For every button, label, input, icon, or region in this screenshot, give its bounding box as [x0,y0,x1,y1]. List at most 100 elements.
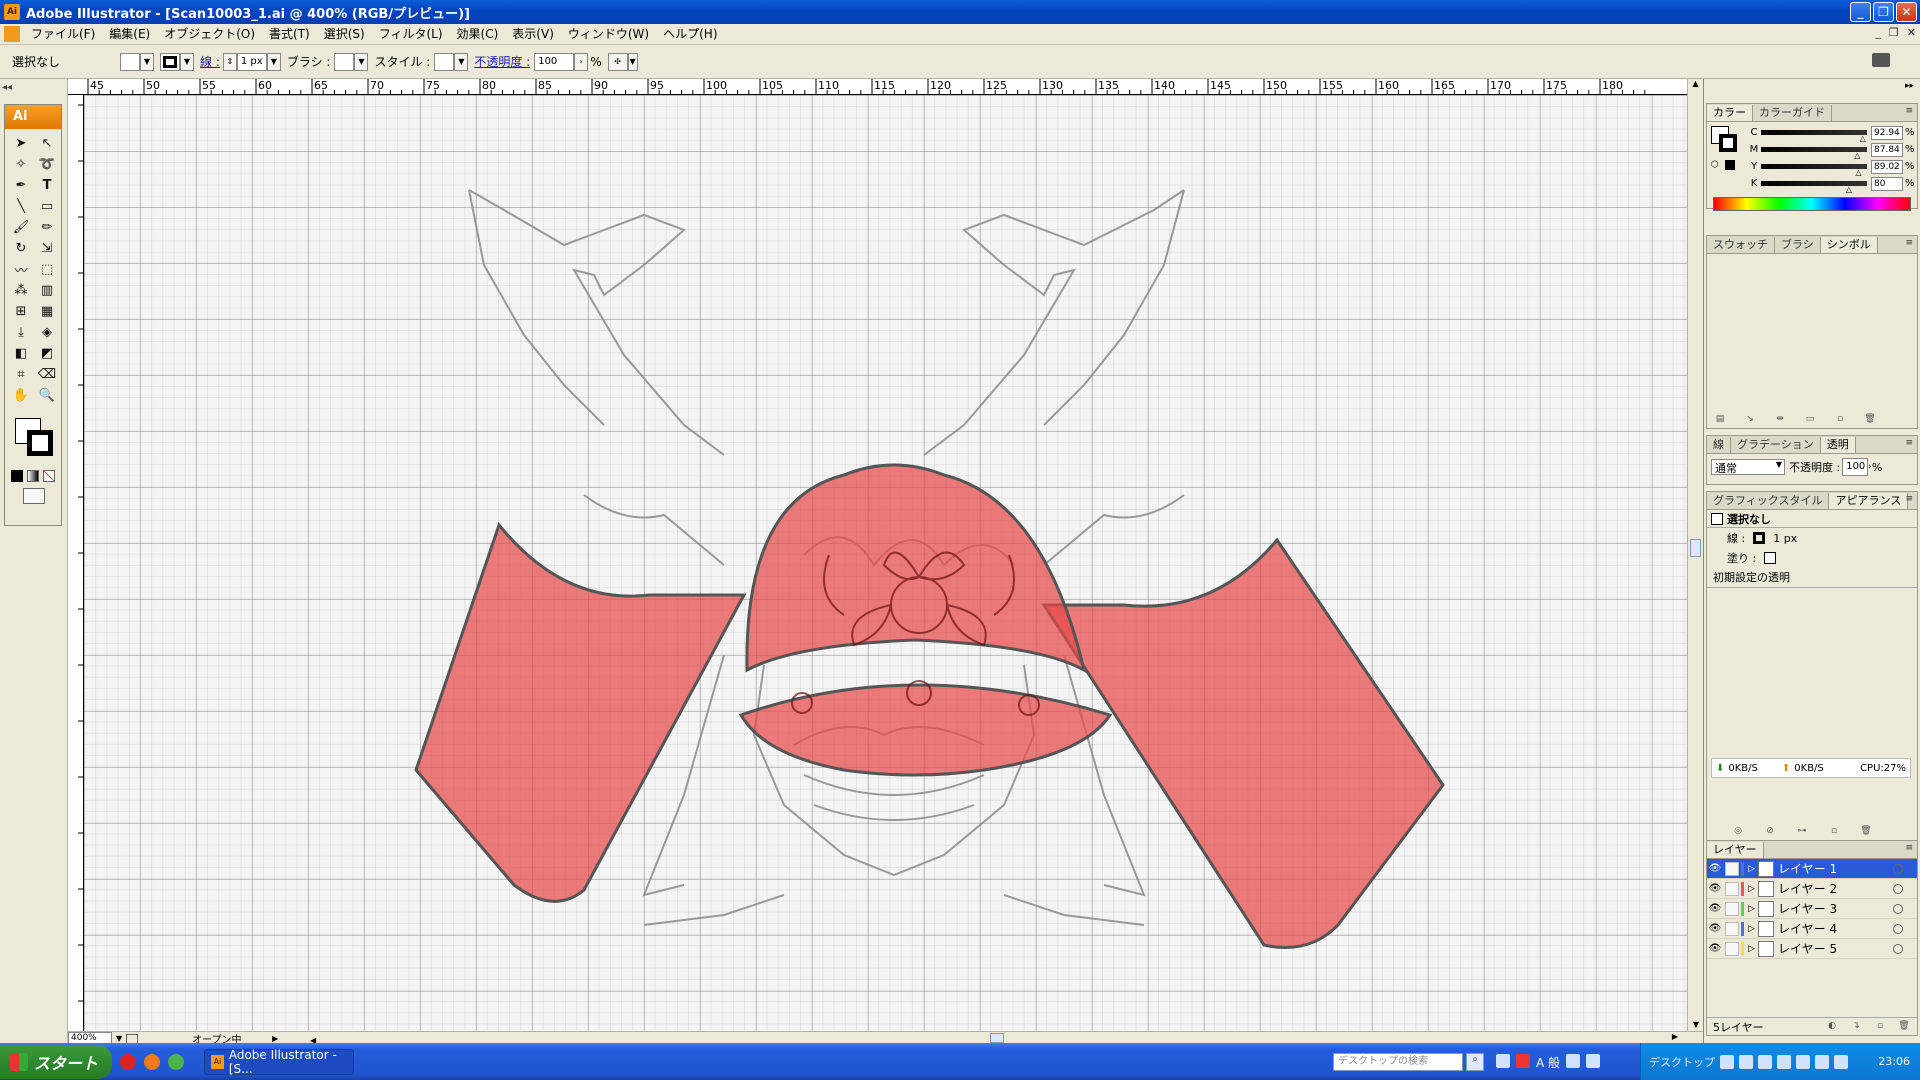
scale-tool-icon[interactable]: ⇲ [35,238,59,259]
channel-value[interactable]: 87.84 [1871,142,1903,157]
new-layer-icon[interactable]: ▫ [1873,1021,1887,1033]
channel-value[interactable]: 89.02 [1871,159,1903,174]
recolor-icon[interactable]: ✣ [607,52,628,71]
keyboard-icon[interactable] [1496,1054,1510,1068]
pen-tool-icon[interactable]: ✒ [9,175,33,196]
reduce-basic-icon[interactable]: ⊶ [1795,826,1809,838]
clear-appearance-icon[interactable]: ⊘ [1763,826,1777,838]
layer-row[interactable]: 👁 ▷ レイヤー 2 [1707,879,1917,899]
firefox-icon[interactable] [144,1053,160,1070]
slider-handle-icon[interactable]: △ [1846,185,1852,194]
gradient-mode-icon[interactable] [27,470,39,482]
panel-menu-icon[interactable]: ≡ [1905,106,1913,116]
artboard-canvas[interactable] [84,95,1687,1031]
menu-window[interactable]: ウィンドウ(W) [561,24,656,45]
layer-name[interactable]: レイヤー 5 [1778,940,1837,957]
eyedropper-tool-icon[interactable]: ⤓ [9,322,33,343]
panel-menu-icon[interactable]: ≡ [1905,494,1913,504]
duplicate-item-icon[interactable]: ▫ [1827,826,1841,838]
color-mode-icon[interactable] [11,470,23,482]
menu-type[interactable]: 書式(T) [262,24,317,45]
channel-slider[interactable]: △ [1761,130,1867,143]
opacity-field[interactable]: 100 [534,52,575,71]
menu-filter[interactable]: フィルタ(L) [372,24,450,45]
opera-icon[interactable] [120,1053,136,1070]
vertical-scrollbar[interactable]: ▲ ▼ [1687,79,1703,1031]
blend-mode-select[interactable]: 通常 ▼ [1711,459,1785,475]
target-circle-icon[interactable] [1893,943,1903,954]
collapse-dock-icon[interactable]: ▸▸ [1905,81,1914,91]
target-circle-icon[interactable] [1893,883,1903,894]
lock-toggle[interactable] [1725,881,1739,896]
fill-dropdown[interactable]: ▼ [140,52,154,71]
style-dropdown[interactable]: ▼ [454,52,469,71]
recolor-dropdown[interactable]: ▼ [627,52,638,71]
color-spectrum-bar[interactable] [1713,197,1911,211]
display-icon[interactable] [1815,1054,1829,1069]
chrome-icon[interactable] [168,1053,184,1070]
paintbrush-tool-icon[interactable]: 🖌 [9,217,33,238]
fill-swatch[interactable] [120,52,140,71]
type-tool-icon[interactable]: T [35,175,59,196]
place-symbol-icon[interactable]: ↘ [1743,414,1757,426]
stroke-weight-field[interactable]: 1 px [236,52,267,71]
slider-handle-icon[interactable]: △ [1855,168,1861,177]
menu-object[interactable]: オブジェクト(O) [157,24,262,45]
stroke-swatch[interactable] [160,52,180,71]
fill-stroke-widget[interactable] [11,414,55,466]
tab-symbols[interactable]: シンボル [1820,237,1878,253]
blend-tool-icon[interactable]: ◈ [35,322,59,343]
layer-name[interactable]: レイヤー 3 [1778,900,1837,917]
layer-name[interactable]: レイヤー 4 [1778,920,1837,937]
doc-restore-button[interactable]: ❐ [1889,26,1899,39]
tab-graphic-styles[interactable]: グラフィックスタイル [1707,493,1830,509]
menu-select[interactable]: 選択(S) [317,24,372,45]
lasso-tool-icon[interactable]: ➰ [35,154,59,175]
symbol-sprayer-tool-icon[interactable]: ⁂ [9,280,33,301]
new-symbol-icon[interactable]: ▫ [1833,414,1847,426]
expand-triangle-icon[interactable]: ▷ [1748,904,1758,914]
layer-row[interactable]: 👁 ▷ レイヤー 5 [1707,939,1917,959]
live-paint-bucket-icon[interactable]: ◧ [9,343,33,364]
eraser-tool-icon[interactable]: ⌫ [35,364,59,385]
break-link-icon[interactable]: ⇹ [1773,414,1787,426]
update-icon[interactable] [1796,1054,1810,1069]
gradient-tool-icon[interactable]: ▦ [35,301,59,322]
warp-tool-icon[interactable]: 〰 [9,259,33,280]
scroll-right-icon[interactable]: ▶ [1672,1032,1678,1041]
tab-layers[interactable]: レイヤー [1707,842,1764,858]
zoom-dropdown-icon[interactable]: ▼ [116,1034,122,1043]
tab-color[interactable]: カラー [1707,105,1753,121]
symbol-library-icon[interactable]: ▤ [1713,414,1727,426]
delete-item-icon[interactable]: 🗑 [1859,826,1873,838]
minimize-button[interactable]: _ [1850,2,1871,22]
usb-icon[interactable] [1834,1054,1848,1069]
appearance-fill-swatch[interactable] [1764,552,1777,564]
delete-symbol-icon[interactable]: 🗑 [1863,414,1877,426]
expand-triangle-icon[interactable]: ▷ [1748,884,1758,894]
panel-menu-icon[interactable]: ≡ [1905,238,1913,248]
slider-handle-icon[interactable]: △ [1860,134,1866,143]
lock-toggle[interactable] [1725,861,1739,876]
taskbar-illustrator-button[interactable]: Ai Adobe Illustrator - [S... [204,1048,354,1076]
stroke-weight-stepper[interactable]: ⇕ [222,52,237,71]
line-tool-icon[interactable]: ╲ [9,196,33,217]
stroke-label-link[interactable]: 線 : [200,53,220,70]
doc-menu-icon[interactable] [4,26,20,42]
network-icon[interactable] [1739,1054,1753,1069]
search-icon[interactable]: ⌕ [1466,1053,1484,1071]
layer-name[interactable]: レイヤー 1 [1778,860,1837,877]
clock[interactable]: 23:06 [1878,1055,1910,1068]
channel-slider[interactable]: △ [1761,147,1867,160]
rectangle-tool-icon[interactable]: ▭ [35,196,59,217]
tab-swatches[interactable]: スウォッチ [1707,237,1775,253]
opacity-slider-button[interactable]: › [574,52,589,71]
symbol-options-icon[interactable]: ▭ [1803,414,1817,426]
ime-mode[interactable]: A 般 [1536,1054,1560,1071]
desktop-toolbar-label[interactable]: デスクトップ [1649,1054,1715,1070]
desktop-search-input[interactable]: デスクトップの検索 [1333,1053,1463,1071]
lock-toggle[interactable] [1725,901,1739,916]
visibility-eye-icon[interactable]: 👁 [1707,923,1723,934]
stroke-dropdown[interactable]: ▼ [180,52,194,71]
security-icon[interactable] [1777,1054,1791,1069]
